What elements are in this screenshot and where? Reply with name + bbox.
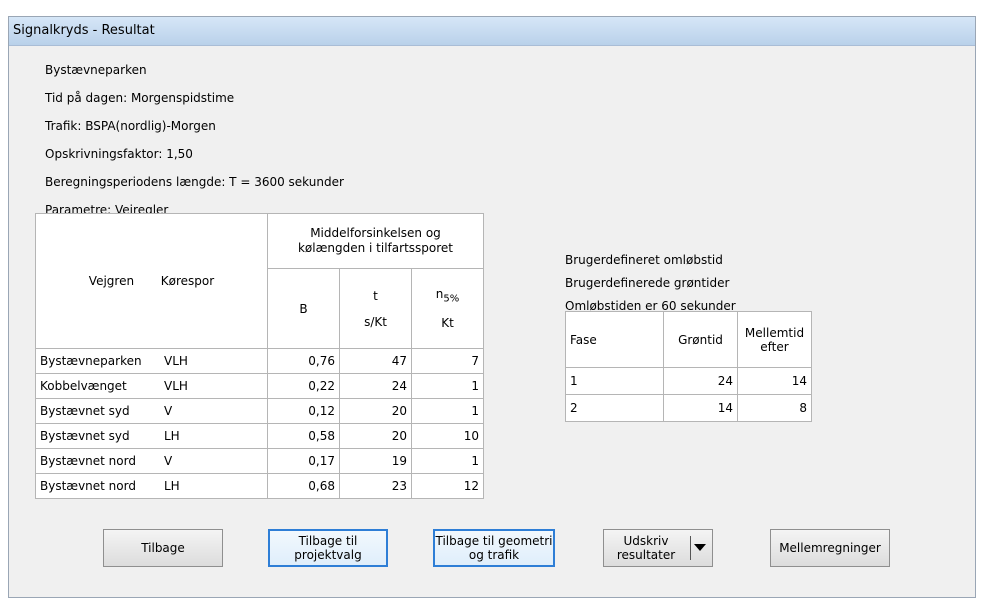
back-to-geometry-button[interactable]: Tilbage til geometri og trafik <box>433 529 555 567</box>
scaling-factor: Opskrivningsfaktor: 1,50 <box>45 147 193 161</box>
dropdown-arrow-icon[interactable] <box>694 544 706 551</box>
header-road-lane: Vejgren Kørespor <box>35 213 268 349</box>
header-b: B <box>267 268 340 349</box>
table-row: Bystævneparken VLH 0,76 47 7 <box>35 348 484 374</box>
print-results-label: Udskriv resultater <box>616 534 676 562</box>
header-fase: Fase <box>565 311 664 368</box>
table-row: Bystævnet nord LH 0,68 23 12 <box>35 473 484 499</box>
header-group: Middelforsinkelsen og kølængden i tilfar… <box>267 213 484 269</box>
intersection-name: Bystævneparken <box>45 63 147 77</box>
header-intergreen: Mellemtid efter <box>737 311 812 368</box>
header-t-unit: s/Kt <box>364 314 387 329</box>
results-table: Vejgren Kørespor Middelforsinkelsen og k… <box>35 213 484 499</box>
table-row: Bystævnet nord V 0,17 19 1 <box>35 448 484 474</box>
intermediate-calc-button[interactable]: Mellemregninger <box>770 529 890 567</box>
time-of-day: Tid på dagen: Morgenspidstime <box>45 91 235 105</box>
traffic-label: Trafik: BSPA(nordlig)-Morgen <box>45 119 216 133</box>
title-bar: Signalkryds - Resultat <box>9 17 975 46</box>
header-green: Grøntid <box>663 311 738 368</box>
header-vejgren: Vejgren <box>88 274 135 288</box>
header-t: t s/Kt <box>339 268 412 349</box>
header-n: n5% Kt <box>411 268 484 349</box>
table-row: Kobbelvænget VLH 0,22 24 1 <box>35 373 484 399</box>
cycle-line-1: Brugerdefineret omløbstid <box>565 253 723 267</box>
phase-table: Fase Grøntid Mellemtid efter 1 24 14 2 1… <box>565 311 812 422</box>
header-korespor: Kørespor <box>160 274 215 288</box>
table-row: 2 14 8 <box>565 394 812 422</box>
window-title: Signalkryds - Resultat <box>13 23 155 38</box>
header-n-unit: Kt <box>441 316 454 331</box>
table-row: 1 24 14 <box>565 367 812 395</box>
results-rows: Bystævneparken VLH 0,76 47 7 Kobbelvænget… <box>35 348 484 499</box>
table-row: Bystævnet syd V 0,12 20 1 <box>35 398 484 424</box>
split-divider <box>690 536 691 560</box>
print-results-button[interactable]: Udskriv resultater <box>603 529 713 567</box>
back-to-project-button[interactable]: Tilbage til projektvalg <box>268 529 388 567</box>
table-row: Bystævnet syd LH 0,58 20 10 <box>35 423 484 449</box>
header-n-sub: 5% <box>443 293 460 305</box>
calc-period: Beregningsperiodens længde: T = 3600 sek… <box>45 175 344 189</box>
cycle-line-2: Brugerdefinerede grøntider <box>565 276 730 290</box>
back-button[interactable]: Tilbage <box>103 529 223 567</box>
